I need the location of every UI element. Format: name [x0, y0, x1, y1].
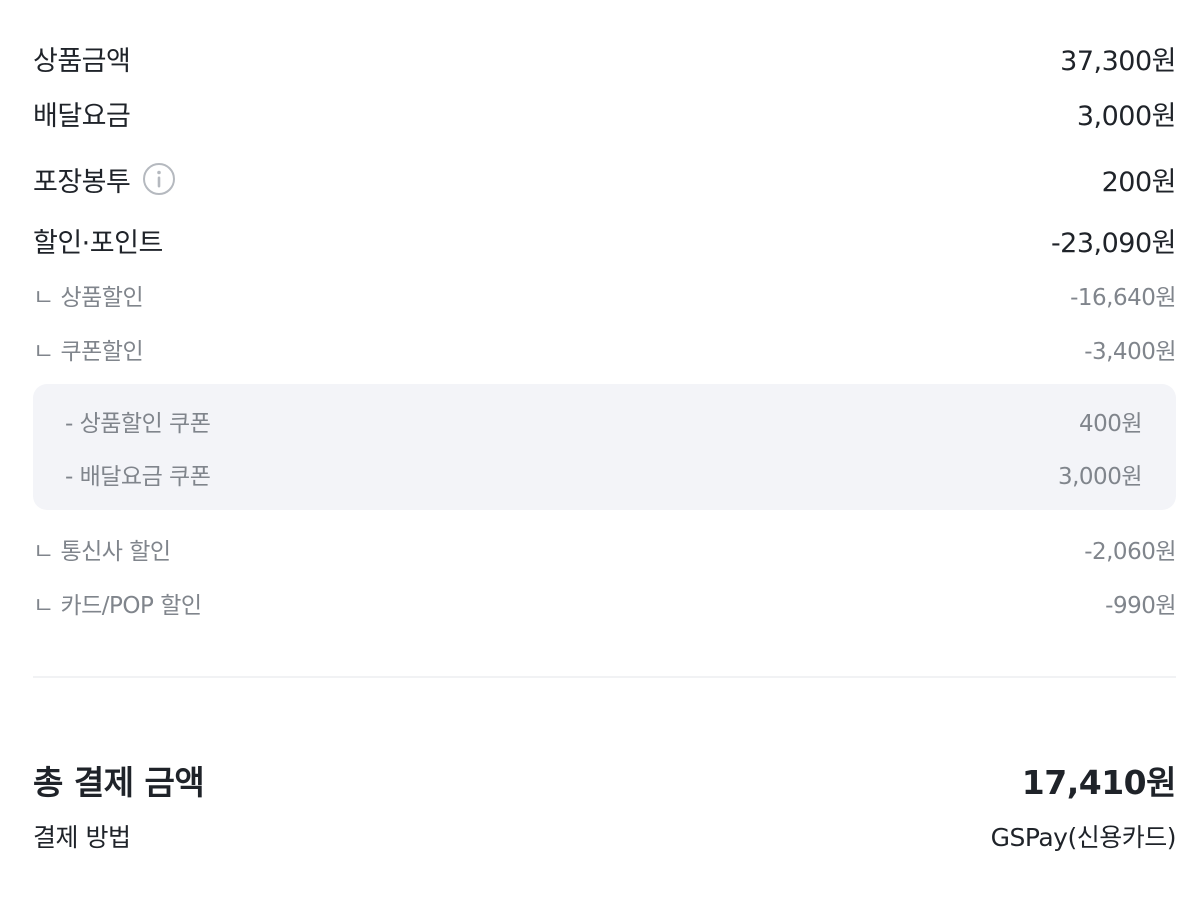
card-pop-discount-label: ㄴ 카드/POP 할인: [33, 593, 202, 619]
total-amount-row: 총 결제 금액 17,410원: [33, 756, 1177, 804]
info-icon[interactable]: [142, 162, 176, 196]
product-discount-value: -16,640원: [1070, 285, 1176, 311]
carrier-discount-row: ㄴ 통신사 할인 -2,060원: [33, 532, 1176, 566]
coupon-item-label: - 상품할인 쿠폰: [65, 411, 211, 437]
product-amount-row: 상품금액 37,300원: [33, 38, 1176, 78]
delivery-fee-row: 배달요금 3,000원: [33, 93, 1177, 133]
payment-method-label: 결제 방법: [33, 823, 131, 852]
card-pop-discount-row: ㄴ 카드/POP 할인 -990원: [33, 586, 1176, 620]
discount-points-value: -23,090원: [1050, 227, 1177, 259]
product-amount-value: 37,300원: [1060, 45, 1176, 77]
payment-summary: 상품금액 37,300원 배달요금 3,000원 포장봉투 200원 할인·포인…: [0, 0, 1203, 902]
delivery-fee-label: 배달요금: [33, 100, 131, 132]
delivery-fee-value: 3,000원: [1076, 100, 1177, 132]
coupon-item-value: 3,000원: [1057, 464, 1143, 490]
carrier-discount-label: ㄴ 통신사 할인: [33, 539, 171, 565]
section-divider: [33, 676, 1176, 678]
coupon-item-label: - 배달요금 쿠폰: [65, 464, 211, 490]
coupon-item-value: 400원: [1078, 411, 1143, 437]
total-amount-value: 17,410원: [1021, 763, 1177, 802]
packaging-bag-label: 포장봉투: [33, 166, 131, 198]
coupon-item: - 상품할인 쿠폰 400원: [65, 404, 1143, 438]
coupon-item: - 배달요금 쿠폰 3,000원: [65, 457, 1143, 491]
product-discount-row: ㄴ 상품할인 -16,640원: [33, 278, 1176, 312]
discount-points-row: 할인·포인트 -23,090원: [33, 220, 1177, 260]
payment-method-row: 결제 방법 GSPay(신용카드): [33, 817, 1177, 855]
coupon-discount-value: -3,400원: [1084, 339, 1176, 365]
coupon-detail-box: - 상품할인 쿠폰 400원 - 배달요금 쿠폰 3,000원: [33, 384, 1176, 510]
coupon-discount-label: ㄴ 쿠폰할인: [33, 339, 144, 365]
total-amount-label: 총 결제 금액: [33, 763, 205, 802]
carrier-discount-value: -2,060원: [1084, 539, 1176, 565]
product-amount-label: 상품금액: [33, 45, 131, 77]
discount-points-label: 할인·포인트: [33, 227, 163, 259]
payment-method-value: GSPay(신용카드): [990, 823, 1177, 852]
packaging-bag-row: 포장봉투 200원: [33, 158, 1177, 200]
packaging-bag-label-group: 포장봉투: [33, 160, 176, 199]
packaging-bag-value: 200원: [1101, 166, 1177, 198]
coupon-discount-row: ㄴ 쿠폰할인 -3,400원: [33, 332, 1176, 366]
card-pop-discount-value: -990원: [1105, 593, 1176, 619]
product-discount-label: ㄴ 상품할인: [33, 285, 144, 311]
